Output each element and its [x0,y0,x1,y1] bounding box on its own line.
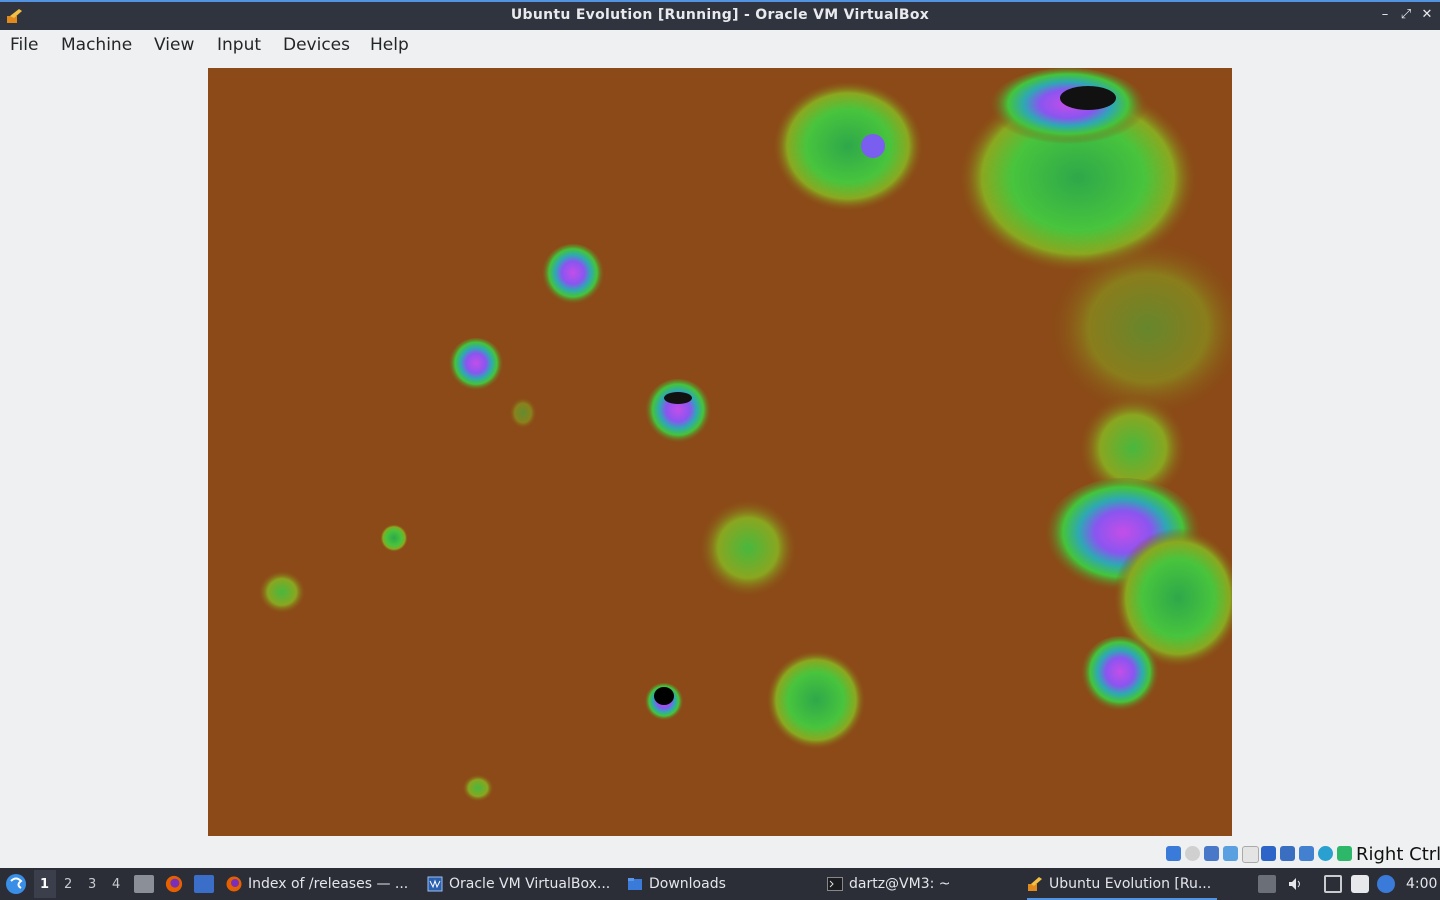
file-manager-launcher-icon[interactable] [134,875,154,893]
firefox-launcher-icon[interactable] [164,875,184,893]
video-capture-icon[interactable] [1261,846,1276,861]
minimize-button[interactable]: – [1376,6,1394,24]
menu-view[interactable]: View [154,35,194,55]
window-titlebar[interactable]: Ubuntu Evolution [Running] - Oracle VM V… [0,0,1440,30]
task-label: Oracle VM VirtualBox... [449,876,611,892]
window-title: Ubuntu Evolution [Running] - Oracle VM V… [510,7,930,23]
display-icon[interactable] [1242,846,1259,863]
usb-icon[interactable] [1204,846,1219,861]
tray-expand-icon[interactable] [1258,875,1276,893]
volume-icon[interactable] [1287,875,1305,893]
clipboard-icon[interactable] [1351,875,1369,893]
network-icon[interactable] [1280,846,1295,861]
cpu-icon[interactable] [1318,846,1333,861]
task-label: dartz@VM3: ~ [849,876,951,892]
updates-icon[interactable] [1377,875,1395,893]
network-tray-icon[interactable] [1324,875,1342,893]
mouse-integration-icon[interactable] [1299,846,1314,861]
host-key-label[interactable]: Right Ctrl [1356,844,1440,865]
hard-disk-icon[interactable] [1166,846,1181,861]
virtualbox-manager-icon [427,876,443,892]
close-button[interactable]: ✕ [1418,6,1436,24]
firefox-icon [226,876,242,892]
task-label: Index of /releases — ... [248,876,409,892]
task-label: Ubuntu Evolution [Ru... [1049,876,1212,892]
vm-status-bar: Right Ctrl [1160,844,1440,866]
audio-icon[interactable] [1337,846,1352,861]
workspace-2[interactable]: 2 [64,877,72,892]
task-label: Downloads [649,876,726,892]
desktop-launcher-icon[interactable] [194,875,214,893]
menu-help[interactable]: Help [370,35,409,55]
shared-folders-icon[interactable] [1223,846,1238,861]
task-firefox-releases[interactable]: Index of /releases — ... [226,868,416,900]
task-downloads[interactable]: Downloads [627,868,817,900]
workspace-3[interactable]: 3 [88,877,96,892]
menu-machine[interactable]: Machine [61,35,132,55]
menu-file[interactable]: File [10,35,38,55]
task-ubuntu-evolution-vm[interactable]: Ubuntu Evolution [Ru... [1027,868,1217,900]
vm-display[interactable] [208,68,1232,836]
taskbar: 1 2 3 4 Index of /releases — ... Oracle … [0,868,1440,900]
optical-drive-icon[interactable] [1185,846,1200,861]
terminal-icon [827,877,843,891]
clock[interactable]: 4:00 [1406,876,1437,892]
workspace-1[interactable]: 1 [40,877,49,892]
menu-bar: File Machine View Input Devices Help [0,30,1440,62]
start-menu-icon[interactable] [5,873,27,895]
workspace-4[interactable]: 4 [112,877,120,892]
folder-icon [628,878,642,890]
maximize-restore-button[interactable]: ⤢ [1397,6,1415,24]
menu-input[interactable]: Input [217,35,261,55]
task-virtualbox-manager[interactable]: Oracle VM VirtualBox... [427,868,617,900]
menu-devices[interactable]: Devices [283,35,350,55]
virtualbox-vm-icon [1028,877,1042,891]
task-terminal[interactable]: dartz@VM3: ~ [827,868,1017,900]
vm-screen-graphics [258,68,1232,802]
